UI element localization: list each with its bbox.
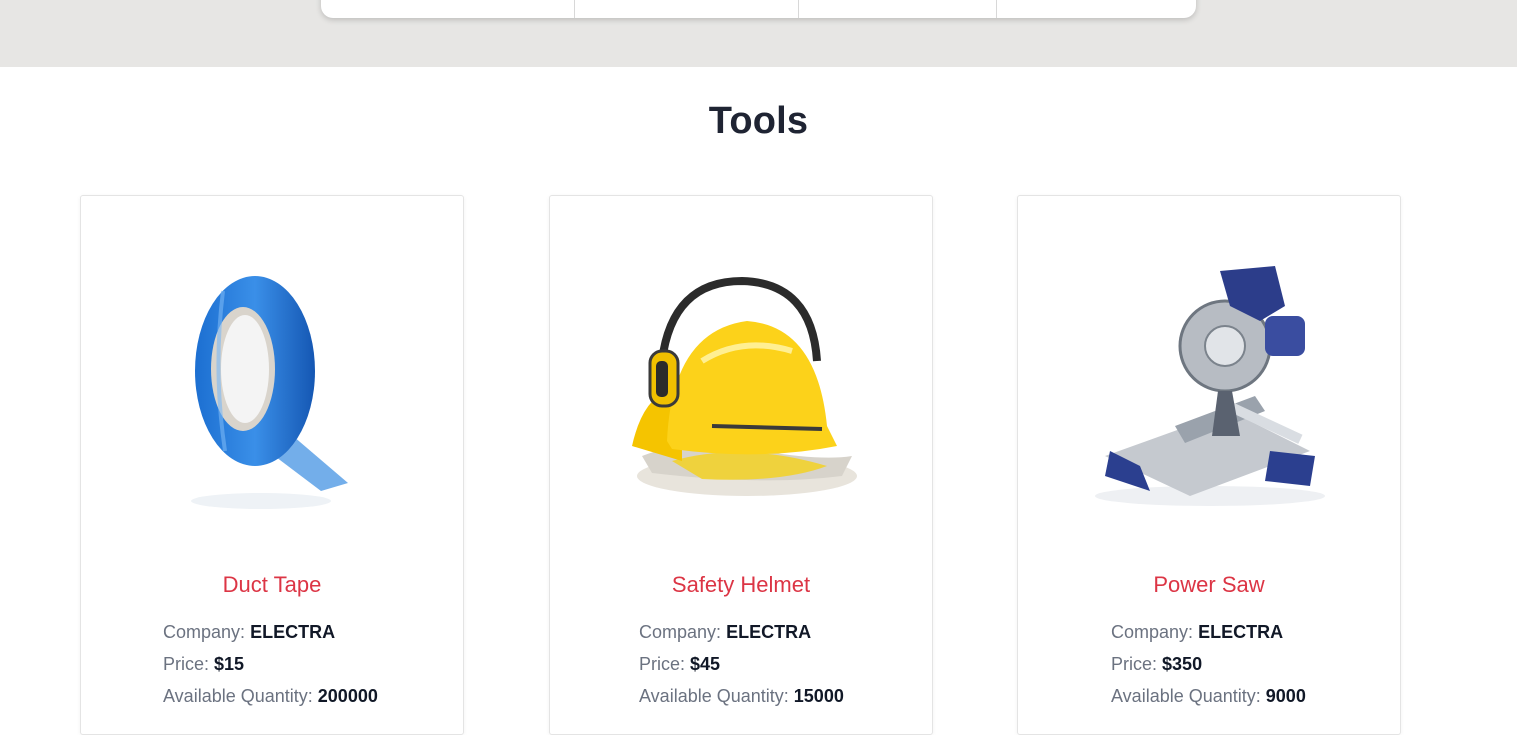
price-value: $45 (690, 654, 721, 674)
price-label: Price: (163, 654, 210, 674)
nav-segment-4[interactable] (997, 0, 1196, 18)
header-band (0, 0, 1517, 67)
product-card-duct-tape[interactable]: Duct Tape Company: ELECTRA Price: $15 Av… (80, 195, 464, 735)
price-label: Price: (639, 654, 686, 674)
nav-segment-2[interactable] (575, 0, 799, 18)
company-row: Company: ELECTRA (1111, 616, 1306, 648)
company-value: ELECTRA (1198, 622, 1284, 642)
price-label: Price: (1111, 654, 1158, 674)
product-info: Company: ELECTRA Price: $350 Available Q… (1111, 616, 1306, 712)
price-row: Price: $45 (639, 648, 844, 680)
price-value: $350 (1162, 654, 1203, 674)
price-row: Price: $350 (1111, 648, 1306, 680)
product-card-safety-helmet[interactable]: Safety Helmet Company: ELECTRA Price: $4… (549, 195, 933, 735)
product-name[interactable]: Safety Helmet (550, 572, 932, 598)
nav-segment-1[interactable] (321, 0, 575, 18)
product-name[interactable]: Power Saw (1018, 572, 1400, 598)
company-value: ELECTRA (250, 622, 336, 642)
power-saw-image (1095, 266, 1325, 506)
nav-segment-3[interactable] (799, 0, 997, 18)
section-title: Tools (708, 100, 809, 142)
product-info: Company: ELECTRA Price: $45 Available Qu… (639, 616, 844, 712)
quantity-row: Available Quantity: 15000 (639, 680, 844, 712)
quantity-value: 15000 (793, 686, 844, 706)
quantity-value: 200000 (317, 686, 378, 706)
top-navigation-bar (321, 0, 1196, 18)
product-info: Company: ELECTRA Price: $15 Available Qu… (163, 616, 378, 712)
company-row: Company: ELECTRA (163, 616, 378, 648)
quantity-value: 9000 (1265, 686, 1306, 706)
quantity-row: Available Quantity: 200000 (163, 680, 378, 712)
price-value: $15 (214, 654, 245, 674)
product-name[interactable]: Duct Tape (81, 572, 463, 598)
company-row: Company: ELECTRA (639, 616, 844, 648)
duct-tape-image (191, 276, 348, 509)
company-label: Company: (639, 622, 722, 642)
safety-helmet-image (632, 276, 857, 496)
quantity-row: Available Quantity: 9000 (1111, 680, 1306, 712)
product-card-power-saw[interactable]: Power Saw Company: ELECTRA Price: $350 A… (1017, 195, 1401, 735)
price-row: Price: $15 (163, 648, 378, 680)
quantity-label: Available Quantity: (639, 686, 789, 706)
company-label: Company: (1111, 622, 1194, 642)
quantity-label: Available Quantity: (1111, 686, 1261, 706)
company-label: Company: (163, 622, 246, 642)
quantity-label: Available Quantity: (163, 686, 313, 706)
company-value: ELECTRA (726, 622, 812, 642)
